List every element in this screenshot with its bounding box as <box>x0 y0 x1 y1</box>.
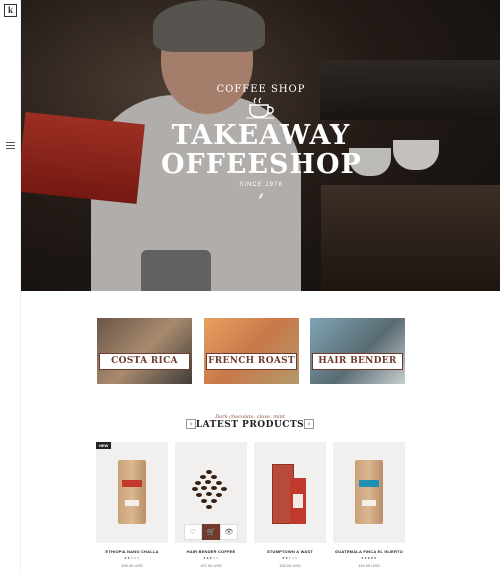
category-label[interactable]: COSTA RICA <box>99 353 190 370</box>
product-image[interactable]: ♡ 🛒 👁 <box>175 442 247 543</box>
section-title: LATEST PRODUCTS <box>195 420 305 430</box>
product-card[interactable]: ♡ 🛒 👁 HAIR BENDER COFFEE ★★★☆☆ 107.00 US… <box>175 442 247 568</box>
product-name[interactable]: GUATEMALA FINCA EL INJERTO <box>333 549 405 554</box>
category-photo <box>204 318 299 384</box>
side-rail: k <box>0 0 21 570</box>
product-card[interactable]: NEW ETHIOPIA NANO CHALLA ★★☆☆☆ 105.00 US… <box>96 442 168 568</box>
product-price: 115.00 USD <box>358 563 380 568</box>
product-rating: ★★★★★ <box>361 556 377 560</box>
hero-since: SINCE 1978 <box>239 182 283 188</box>
sprout-icon: ⸙ <box>257 191 265 202</box>
product-image[interactable] <box>254 442 326 543</box>
product-rating: ★★★☆☆ <box>203 556 219 560</box>
new-badge: NEW <box>96 442 112 449</box>
product-rating: ★★☆☆☆ <box>282 556 298 560</box>
coffee-pack-icon <box>290 478 306 524</box>
hero-banner: COFFEE SHOP TAKEAWAY OFFEESHOP SINCE 197… <box>21 0 500 291</box>
pack-label <box>293 494 303 508</box>
product-actions: ♡ 🛒 👁 <box>184 524 238 540</box>
cart-icon[interactable]: 🛒 <box>202 524 220 540</box>
bag-stripe <box>122 480 142 487</box>
hero-title-line1: TAKEAWAY <box>171 120 351 151</box>
category-costa-rica[interactable]: COSTA RICA <box>97 318 192 384</box>
hero-brand: COFFEE SHOP TAKEAWAY OFFEESHOP SINCE 197… <box>161 84 361 202</box>
product-image[interactable]: NEW <box>96 442 168 543</box>
hero-title-line2: OFFEESHOP <box>161 149 362 180</box>
site-logo[interactable]: k <box>4 4 17 17</box>
coffee-bag-icon <box>355 460 383 524</box>
product-name[interactable]: STUMPTOWN & WAST <box>254 549 326 554</box>
coffee-beans-icon <box>192 470 230 512</box>
product-image[interactable] <box>333 442 405 543</box>
coffee-cup-icon <box>246 97 274 119</box>
product-price: 183.00 USD <box>279 563 301 568</box>
product-card[interactable]: GUATEMALA FINCA EL INJERTO ★★★★★ 115.00 … <box>333 442 405 568</box>
product-rating: ★★☆☆☆ <box>124 556 140 560</box>
bag-stripe <box>359 480 379 487</box>
category-photo <box>97 318 192 384</box>
product-name[interactable]: ETHIOPIA NANO CHALLA <box>96 549 168 554</box>
product-name[interactable]: HAIR BENDER COFFEE <box>175 549 247 554</box>
bag-label <box>362 500 376 506</box>
category-label[interactable]: HAIR BENDER <box>312 353 403 370</box>
category-french-roast[interactable]: FRENCH ROAST <box>204 318 299 384</box>
bag-label <box>125 500 139 506</box>
category-photo <box>310 318 405 384</box>
product-price: 105.00 USD <box>121 563 143 568</box>
category-label[interactable]: FRENCH ROAST <box>206 353 297 370</box>
product-price: 107.00 USD <box>200 563 222 568</box>
category-list: COSTA RICA FRENCH ROAST HAIR BENDER <box>97 318 406 384</box>
product-card[interactable]: STUMPTOWN & WAST ★★☆☆☆ 183.00 USD <box>254 442 326 568</box>
wishlist-icon[interactable]: ♡ <box>184 524 202 540</box>
category-hair-bender[interactable]: HAIR BENDER <box>310 318 405 384</box>
coffee-bag-icon <box>118 460 146 524</box>
quick-view-icon[interactable]: 👁 <box>220 524 238 540</box>
carousel-next-button[interactable]: › <box>304 419 314 429</box>
hamburger-icon[interactable] <box>6 142 15 149</box>
hero-kicker: COFFEE SHOP <box>216 84 306 95</box>
